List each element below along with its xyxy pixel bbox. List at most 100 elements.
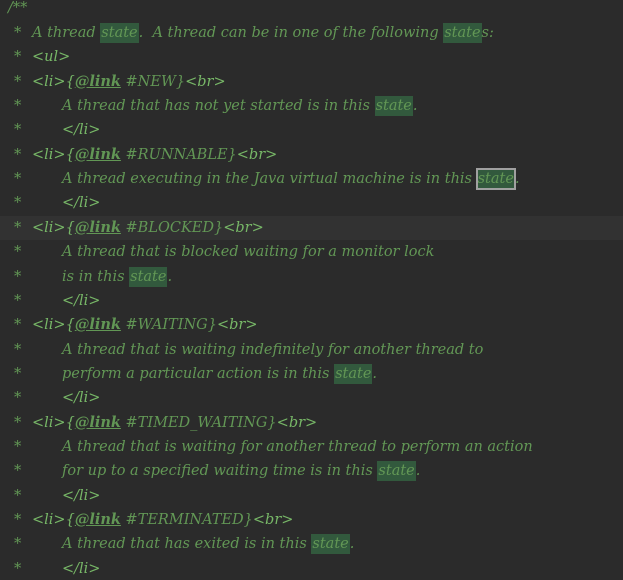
link-reference: #TERMINATED} xyxy=(120,512,253,528)
search-match: state xyxy=(311,534,350,555)
li-open-tag: <li>{ xyxy=(32,219,75,236)
code-line-9: * <li>{@link #BLOCKED}<br> xyxy=(0,215,623,241)
code-line-8: * </li> xyxy=(0,191,623,215)
li-close-tag: </li> xyxy=(62,122,101,139)
comment-star: * xyxy=(14,122,22,139)
html-tag: <ul> xyxy=(32,49,71,66)
code-line-10: * A thread that is blocked waiting for a… xyxy=(0,240,623,264)
comment-star: * xyxy=(14,463,22,480)
line-text: . xyxy=(349,536,355,553)
li-open-tag: <li>{ xyxy=(32,317,75,334)
link-annotation[interactable]: @link xyxy=(75,219,121,236)
comment-star: * xyxy=(14,365,22,382)
code-line-20: * </li> xyxy=(0,484,623,508)
code-line-15: * perform a particular action is in this… xyxy=(0,362,623,386)
link-annotation[interactable]: @link xyxy=(75,146,121,163)
search-match: state xyxy=(443,23,482,43)
code-line-7: * A thread executing in the Java virtual… xyxy=(0,167,623,191)
comment-star: * xyxy=(14,341,22,358)
link-annotation[interactable]: @link xyxy=(75,316,121,333)
line-text: perform a particular action is in this xyxy=(62,365,335,382)
code-line-6: * <li>{@link #RUNNABLE}<br> xyxy=(0,143,623,167)
search-match: state xyxy=(377,461,416,482)
line-text: . xyxy=(372,365,378,382)
br-tag: <br> xyxy=(185,73,226,90)
search-match: state xyxy=(129,266,168,287)
br-tag: <br> xyxy=(223,219,264,236)
code-line-3: * <li>{@link #NEW}<br> xyxy=(0,70,623,94)
comment-star: * xyxy=(14,219,22,236)
line-text: A thread that is blocked waiting for a m… xyxy=(62,244,435,261)
li-open-tag: <li>{ xyxy=(32,512,75,528)
link-annotation[interactable]: @link xyxy=(75,73,121,90)
comment-star: * xyxy=(14,317,22,334)
comment-star: * xyxy=(14,98,22,115)
li-open-tag: <li>{ xyxy=(32,414,75,431)
comment-star: * xyxy=(14,390,22,407)
li-open-tag: <li>{ xyxy=(32,146,75,163)
code-line-14: * A thread that is waiting indefinitely … xyxy=(0,338,623,362)
comment-star: * xyxy=(14,536,22,553)
comment-star: * xyxy=(14,487,22,504)
li-close-tag: </li> xyxy=(62,195,101,212)
code-line-5: * </li> xyxy=(0,118,623,142)
comment-star: * xyxy=(14,244,22,261)
li-close-tag: </li> xyxy=(62,292,101,309)
comment-star: * xyxy=(14,49,22,66)
link-reference: #RUNNABLE} xyxy=(120,146,237,163)
line-text: . A thread can be in one of the followin… xyxy=(138,25,444,41)
code-line-22: * A thread that has exited is in this st… xyxy=(0,532,623,556)
li-open-tag: <li>{ xyxy=(32,73,75,90)
comment-star: * xyxy=(14,73,22,90)
code-line-18: * A thread that is waiting for another t… xyxy=(0,435,623,459)
search-match: state xyxy=(100,23,139,43)
code-line-4: * A thread that has not yet started is i… xyxy=(0,94,623,118)
line-text: is in this xyxy=(62,268,130,285)
link-annotation[interactable]: @link xyxy=(75,511,121,528)
code-line-17: * <li>{@link #TIMED_WAITING}<br> xyxy=(0,411,623,435)
code-line-13: * <li>{@link #WAITING}<br> xyxy=(0,313,623,337)
search-match: state xyxy=(374,96,413,117)
line-text: . xyxy=(415,463,421,480)
code-line-19: * for up to a specified waiting time is … xyxy=(0,459,623,483)
li-close-tag: </li> xyxy=(62,487,101,504)
code-line-21: * <li>{@link #TERMINATED}<br> xyxy=(0,508,623,532)
link-annotation[interactable]: @link xyxy=(75,414,121,431)
line-text: A thread that is waiting for another thr… xyxy=(62,438,533,455)
br-tag: <br> xyxy=(236,146,278,163)
br-tag: <br> xyxy=(252,512,294,528)
li-close-tag: </li> xyxy=(62,560,101,577)
line-text: s: xyxy=(481,25,494,41)
comment-star: * xyxy=(14,195,22,212)
code-line-1: * A thread state. A thread can be in one… xyxy=(0,21,623,45)
current-search-match: state xyxy=(475,168,516,191)
line-text: for up to a specified waiting time is in… xyxy=(62,463,378,480)
line-text: . xyxy=(412,98,418,115)
code-line-2: * <ul> xyxy=(0,45,623,69)
link-reference: #TIMED_WAITING} xyxy=(120,414,277,431)
link-reference: #BLOCKED} xyxy=(120,219,224,236)
code-line-11: * is in this state. xyxy=(0,265,623,289)
code-editor[interactable]: /** * A thread state. A thread can be in… xyxy=(0,0,623,580)
line-text: A thread that has exited is in this xyxy=(62,536,312,553)
line-text: A thread executing in the Java virtual m… xyxy=(62,171,477,188)
line-text: A thread that has not yet started is in … xyxy=(62,98,375,115)
comment-star: * xyxy=(14,414,22,431)
line-text: A thread that is waiting indefinitely fo… xyxy=(62,341,484,358)
comment-open-line: /** xyxy=(0,0,623,20)
comment-open: /** xyxy=(8,0,28,16)
comment-star: * xyxy=(14,268,22,285)
line-text: A thread xyxy=(32,25,101,41)
comment-star: * xyxy=(14,171,22,188)
comment-star: * xyxy=(14,25,22,41)
line-text: . xyxy=(514,171,520,188)
comment-star: * xyxy=(14,438,22,455)
comment-star: * xyxy=(14,146,22,163)
code-line-12: * </li> xyxy=(0,289,623,313)
line-text: . xyxy=(167,268,173,285)
comment-star: * xyxy=(14,512,22,528)
br-tag: <br> xyxy=(216,317,258,334)
comment-star: * xyxy=(14,292,22,309)
search-match: state xyxy=(334,363,373,384)
link-reference: #NEW} xyxy=(120,73,186,90)
